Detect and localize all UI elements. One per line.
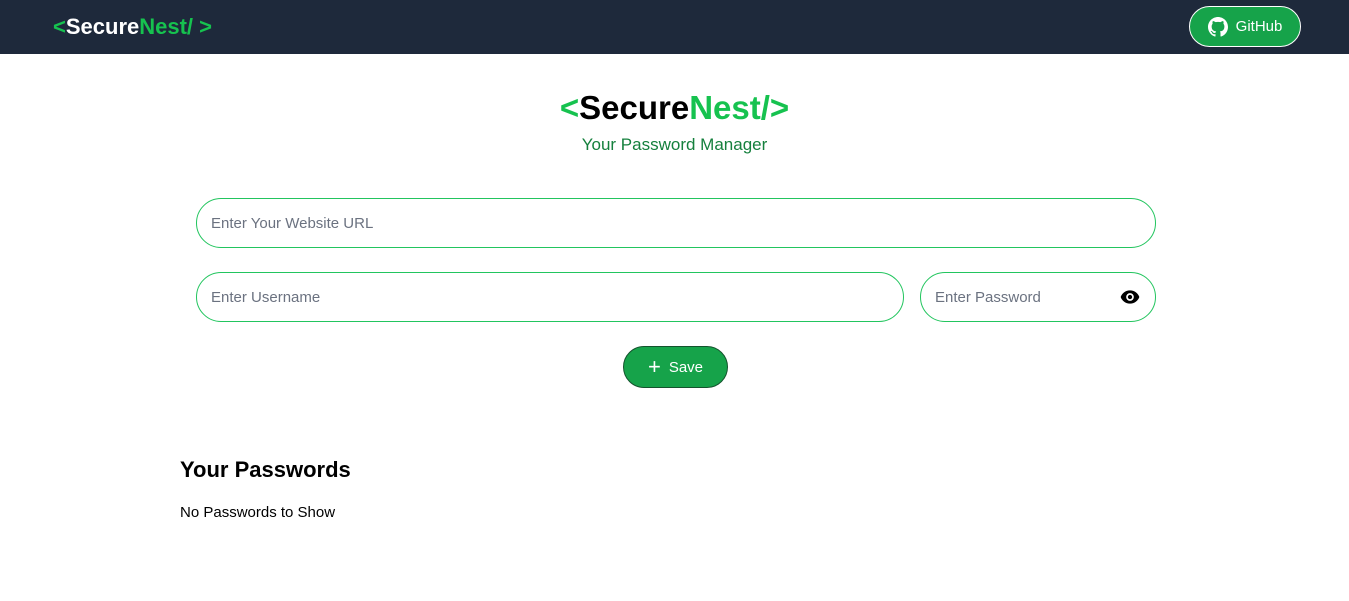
logo-secure-text: Secure <box>65 14 140 39</box>
hero-logo: <SecureNest/> <box>0 88 1349 128</box>
hero-logo-secure-text: Secure <box>579 89 690 126</box>
hero-logo-close-bracket: > <box>769 89 790 126</box>
save-button[interactable]: + Save <box>623 346 728 388</box>
eye-icon[interactable] <box>1120 288 1140 306</box>
logo-nest-text: Nest/ <box>139 14 194 39</box>
plus-icon: + <box>647 354 661 379</box>
passwords-section-title: Your Passwords <box>180 457 351 482</box>
hero-logo-nest-text: Nest/ <box>689 89 770 126</box>
github-button[interactable]: GitHub <box>1189 6 1301 47</box>
logo-open-bracket: < <box>53 14 66 39</box>
username-input[interactable] <box>196 272 904 322</box>
empty-passwords-message: No Passwords to Show <box>180 504 336 521</box>
github-label: GitHub <box>1235 18 1283 35</box>
password-field-wrapper <box>920 272 1156 322</box>
navbar: <SecureNest/ > GitHub <box>0 0 1349 54</box>
hero-subtitle: Your Password Manager <box>581 135 768 154</box>
hero-logo-open-bracket: < <box>559 89 580 126</box>
navbar-logo[interactable]: <SecureNest/ > <box>53 13 212 41</box>
github-icon <box>1207 16 1228 37</box>
website-url-input[interactable] <box>196 198 1156 248</box>
logo-close-bracket: > <box>193 14 213 39</box>
save-label: Save <box>668 358 704 376</box>
